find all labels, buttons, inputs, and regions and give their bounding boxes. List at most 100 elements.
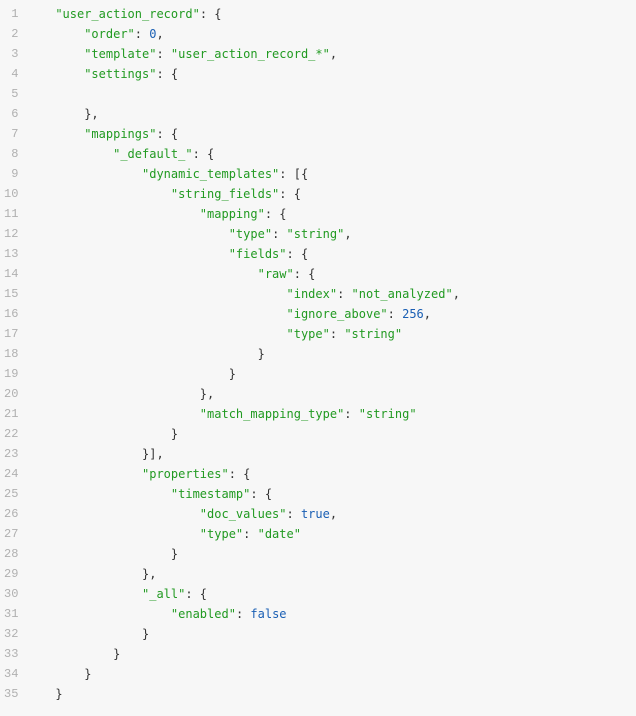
- code-token: }: [142, 627, 149, 641]
- code-line: "type": "date": [26, 527, 301, 541]
- code-line: }],: [26, 447, 163, 461]
- line-number: 27: [4, 524, 18, 544]
- line-number: 33: [4, 644, 18, 664]
- code-token: :: [156, 47, 170, 61]
- line-number: 20: [4, 384, 18, 404]
- line-number: 30: [4, 584, 18, 604]
- code-line: "string_fields": {: [26, 187, 301, 201]
- code-line: }: [26, 347, 264, 361]
- line-number: 29: [4, 564, 18, 584]
- code-editor: 1234567891011121314151617181920212223242…: [0, 0, 636, 708]
- code-token: }: [171, 427, 178, 441]
- line-number: 14: [4, 264, 18, 284]
- code-token: :: [272, 227, 286, 241]
- code-token: "fields": [229, 247, 287, 261]
- line-number: 12: [4, 224, 18, 244]
- code-token: :: [344, 407, 358, 421]
- code-token: "string": [344, 327, 402, 341]
- line-number: 17: [4, 324, 18, 344]
- code-line: "enabled": false: [26, 607, 286, 621]
- code-token: :: [330, 327, 344, 341]
- code-line: "index": "not_analyzed",: [26, 287, 460, 301]
- code-line: "template": "user_action_record_*",: [26, 47, 337, 61]
- code-token: "type": [200, 527, 243, 541]
- line-number: 19: [4, 364, 18, 384]
- code-token: : {: [250, 487, 272, 501]
- code-token: "mappings": [84, 127, 156, 141]
- code-token: "type": [287, 327, 330, 341]
- line-number: 2: [4, 24, 18, 44]
- code-token: }: [171, 547, 178, 561]
- code-token: : {: [229, 467, 251, 481]
- code-token: false: [250, 607, 286, 621]
- code-token: "ignore_above": [287, 307, 388, 321]
- code-token: "string_fields": [171, 187, 279, 201]
- line-number: 11: [4, 204, 18, 224]
- line-number: 25: [4, 484, 18, 504]
- code-token: "mapping": [200, 207, 265, 221]
- code-token: }: [258, 347, 265, 361]
- code-token: },: [84, 107, 98, 121]
- code-line: }: [26, 427, 178, 441]
- code-line: "settings": {: [26, 67, 178, 81]
- line-number: 24: [4, 464, 18, 484]
- code-token: "timestamp": [171, 487, 250, 501]
- line-number: 18: [4, 344, 18, 364]
- line-number: 34: [4, 664, 18, 684]
- code-token: "dynamic_templates": [142, 167, 279, 181]
- code-line: "order": 0,: [26, 27, 163, 41]
- code-line: "mappings": {: [26, 127, 178, 141]
- code-token: : {: [200, 7, 222, 21]
- code-token: "raw": [258, 267, 294, 281]
- line-number: 23: [4, 444, 18, 464]
- code-token: ,: [330, 47, 337, 61]
- code-token: : {: [156, 127, 178, 141]
- code-token: :: [388, 307, 402, 321]
- code-token: "type": [229, 227, 272, 241]
- line-number: 13: [4, 244, 18, 264]
- code-token: :: [236, 607, 250, 621]
- code-area: "user_action_record": { "order": 0, "tem…: [26, 0, 636, 708]
- code-token: }: [84, 667, 91, 681]
- code-token: : {: [156, 67, 178, 81]
- code-token: "enabled": [171, 607, 236, 621]
- code-token: "match_mapping_type": [200, 407, 345, 421]
- code-line: "_all": {: [26, 587, 207, 601]
- line-number: 16: [4, 304, 18, 324]
- code-line: "ignore_above": 256,: [26, 307, 431, 321]
- code-token: : {: [193, 147, 215, 161]
- code-token: :: [337, 287, 351, 301]
- code-token: "template": [84, 47, 156, 61]
- code-line: }: [26, 667, 91, 681]
- line-number: 7: [4, 124, 18, 144]
- code-token: : {: [287, 247, 309, 261]
- code-line: "fields": {: [26, 247, 308, 261]
- code-token: "settings": [84, 67, 156, 81]
- line-number: 9: [4, 164, 18, 184]
- code-content: "user_action_record": { "order": 0, "tem…: [26, 4, 636, 704]
- code-line: }: [26, 627, 149, 641]
- code-token: : [{: [279, 167, 308, 181]
- line-number: 3: [4, 44, 18, 64]
- line-number: 32: [4, 624, 18, 644]
- code-line: "_default_": {: [26, 147, 214, 161]
- code-token: }: [113, 647, 120, 661]
- code-token: "_default_": [113, 147, 192, 161]
- code-line: },: [26, 107, 98, 121]
- line-number: 1: [4, 4, 18, 24]
- code-token: "properties": [142, 467, 229, 481]
- code-token: ,: [453, 287, 460, 301]
- code-token: "_all": [142, 587, 185, 601]
- code-token: "date": [258, 527, 301, 541]
- code-token: },: [200, 387, 214, 401]
- code-line: "mapping": {: [26, 207, 286, 221]
- line-number: 22: [4, 424, 18, 444]
- code-token: "string": [287, 227, 345, 241]
- line-number: 35: [4, 684, 18, 704]
- code-line: }: [26, 647, 120, 661]
- line-number: 31: [4, 604, 18, 624]
- code-token: "not_analyzed": [352, 287, 453, 301]
- code-token: 256: [402, 307, 424, 321]
- code-line: "timestamp": {: [26, 487, 272, 501]
- code-token: true: [301, 507, 330, 521]
